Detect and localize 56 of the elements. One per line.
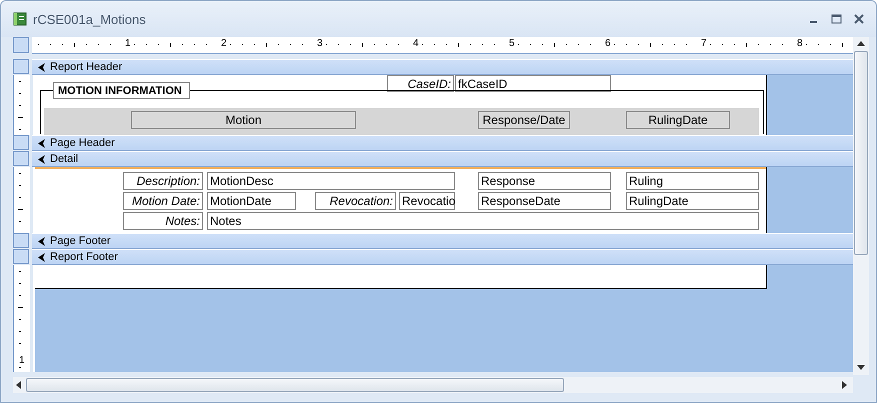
text-box[interactable]: MotionDesc: [207, 172, 455, 190]
section-label: Detail: [50, 153, 78, 165]
ruler-number: 7: [701, 38, 707, 50]
vertical-scrollbar[interactable]: [853, 37, 869, 375]
scroll-thumb[interactable]: [26, 378, 564, 392]
scroll-up-icon[interactable]: [857, 41, 865, 46]
ruler-number: 5: [509, 38, 515, 50]
text-box[interactable]: MotionDate: [207, 192, 296, 210]
section-selector[interactable]: [13, 249, 29, 264]
ruler-number: 8: [797, 38, 803, 50]
section-selector[interactable]: [13, 135, 29, 150]
horizontal-scrollbar[interactable]: [13, 377, 853, 393]
section-bar[interactable]: Report Footer: [32, 249, 853, 265]
section-selector[interactable]: [13, 59, 29, 74]
text-box[interactable]: RulingDate: [626, 192, 759, 210]
text-box[interactable]: fkCaseID: [455, 75, 611, 92]
section-label: Page Header: [50, 137, 115, 149]
ruler-number: 1: [125, 38, 131, 50]
maximize-icon[interactable]: [831, 14, 842, 24]
section-label: Report Footer: [50, 251, 118, 263]
field-label[interactable]: Description:: [123, 172, 203, 190]
ruler-number: 1: [19, 355, 25, 366]
text-box[interactable]: Response: [478, 172, 611, 190]
ruler-number: 3: [317, 38, 323, 50]
frame-title[interactable]: MOTION INFORMATION: [53, 82, 190, 99]
report-icon: [13, 12, 27, 26]
text-box[interactable]: Notes: [207, 212, 759, 230]
report-selector[interactable]: [13, 37, 29, 53]
close-icon[interactable]: [854, 14, 864, 24]
text-box[interactable]: ResponseDate: [478, 192, 611, 210]
section-selector[interactable]: [13, 151, 29, 166]
text-box[interactable]: Ruling: [626, 172, 759, 190]
scroll-thumb[interactable]: [854, 51, 868, 255]
scroll-right-icon[interactable]: [842, 381, 847, 389]
field-label[interactable]: Revocation:: [315, 192, 396, 210]
ruler-number: 2: [221, 38, 227, 50]
scroll-down-icon[interactable]: [857, 365, 865, 370]
field-label[interactable]: Notes:: [123, 212, 203, 230]
collapse-icon: [37, 62, 46, 72]
section-bar[interactable]: Page Header: [32, 135, 853, 151]
ruler-number: 6: [605, 38, 611, 50]
column-header[interactable]: RulingDate: [626, 111, 730, 129]
text-box[interactable]: Revocatio: [399, 192, 455, 210]
column-header[interactable]: Response/Date: [478, 111, 570, 129]
section-bar[interactable]: Page Footer: [32, 233, 853, 249]
window-title: rCSE001a_Motions: [33, 12, 147, 26]
section-bar[interactable]: Report Header: [32, 59, 853, 75]
field-label[interactable]: CaseID:: [387, 75, 454, 92]
section-label: Report Header: [50, 61, 122, 73]
ruler-number: 4: [413, 38, 419, 50]
section-bar[interactable]: Detail: [32, 151, 853, 167]
field-label[interactable]: Motion Date:: [123, 192, 203, 210]
section-selector[interactable]: [13, 233, 29, 248]
scroll-left-icon[interactable]: [16, 381, 21, 389]
section-label: Page Footer: [50, 235, 111, 247]
column-header[interactable]: Motion: [131, 111, 356, 129]
